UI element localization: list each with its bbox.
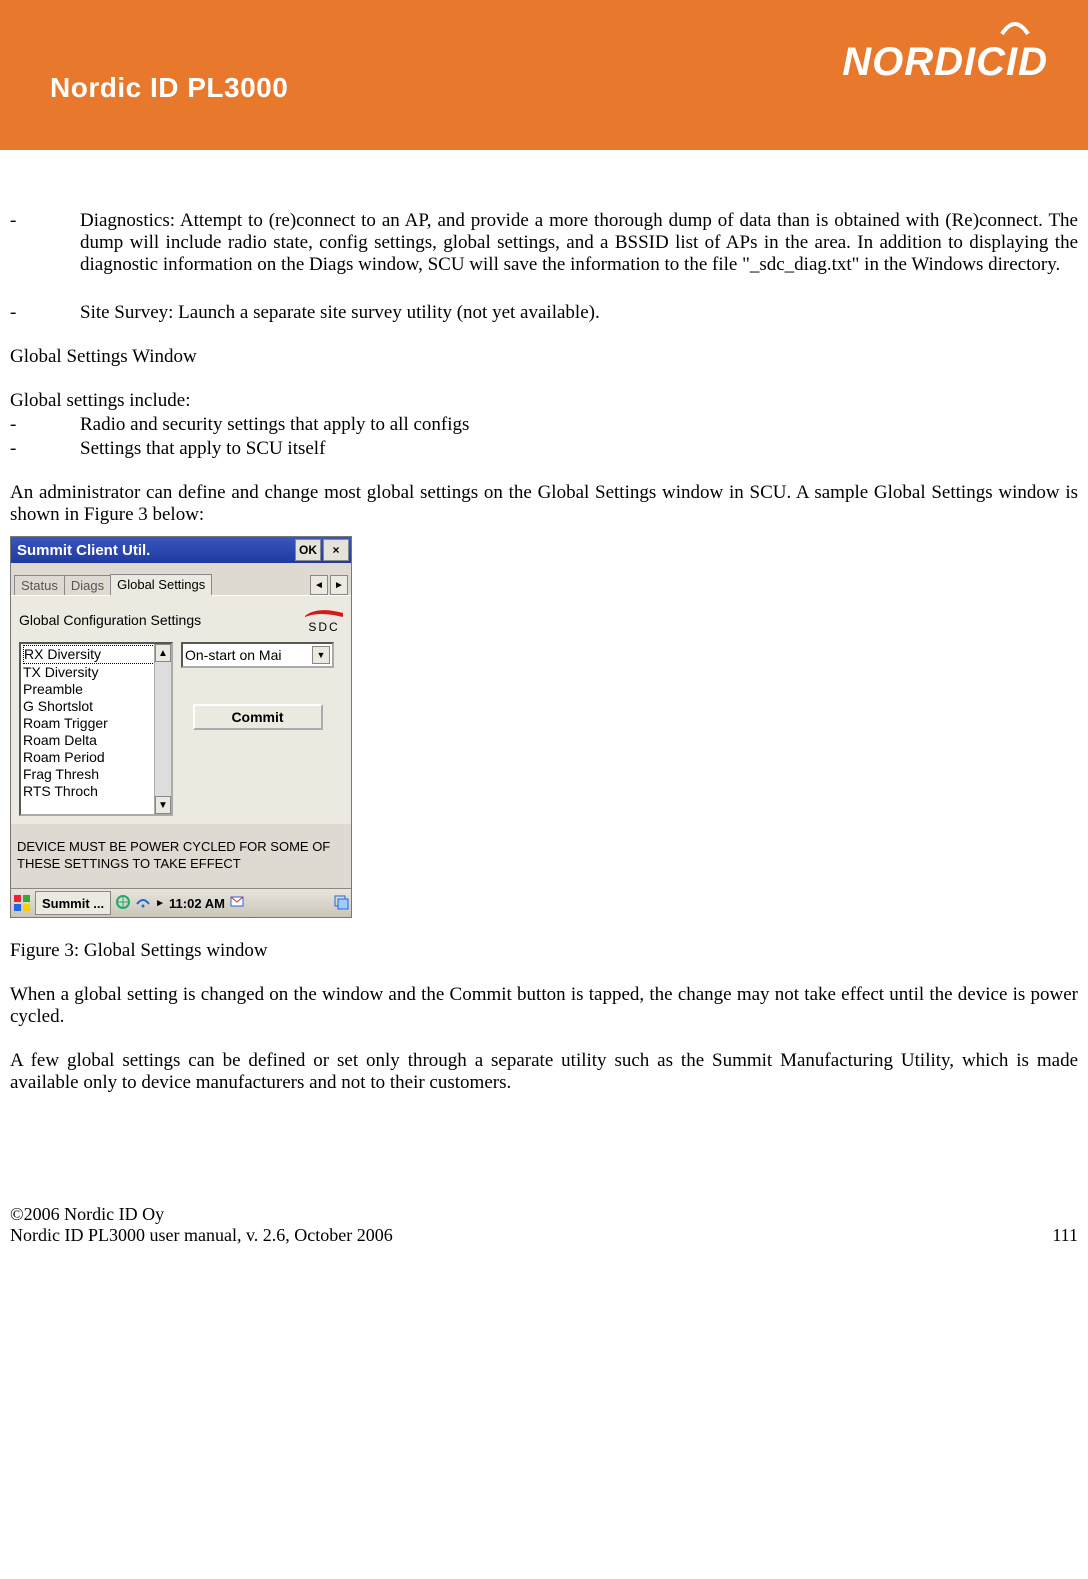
figure-caption: Figure 3: Global Settings window [10,940,1078,962]
list-item[interactable]: RTS Throch [23,783,169,800]
footer-copyright: ©2006 Nordic ID Oy [10,1204,1078,1225]
bullet-dash: - [10,438,80,460]
list-item[interactable]: Preamble [23,681,169,698]
ok-button[interactable]: OK [295,539,321,561]
bullet-text: Site Survey: Launch a separate site surv… [80,302,1078,324]
footer-manual: Nordic ID PL3000 user manual, v. 2.6, Oc… [10,1225,1078,1246]
list-item[interactable]: Roam Delta [23,732,169,749]
chevron-down-icon[interactable]: ▼ [312,646,330,664]
tray-desktop-icon[interactable] [229,894,245,913]
panel: Global Configuration Settings SDC RX Div… [11,596,351,824]
page-footer: ©2006 Nordic ID Oy Nordic ID PL3000 user… [0,1204,1088,1256]
bullet-sitesurvey: - Site Survey: Launch a separate site su… [10,302,1078,324]
windows-start-icon[interactable] [13,894,31,912]
tab-scroll-left-icon[interactable]: ◄ [310,575,328,595]
window-title: Summit Client Util. [17,542,150,559]
window-titlebar: Summit Client Util. OK × [11,537,351,563]
list-item[interactable]: G Shortslot [23,698,169,715]
global-settings-include: Global settings include: [10,390,1078,412]
dropdown-value: On-start on Mai [185,647,281,663]
sdc-logo: SDC [305,606,343,634]
list-item[interactable]: Roam Trigger [23,715,169,732]
tray-window-icon[interactable] [333,894,349,913]
config-title: Global Configuration Settings [19,612,201,628]
bullet-text: Radio and security settings that apply t… [80,414,1078,436]
page-header: Nordic ID PL3000 NORDICID [0,0,1088,150]
bullet-dash: - [10,414,80,436]
tab-scroll-right-icon[interactable]: ► [330,575,348,595]
brand-logo: NORDICID [842,40,1048,85]
taskbar: Summit ... ► 11:02 AM [11,888,351,917]
para-commit: When a global setting is changed on the … [10,984,1078,1028]
value-dropdown[interactable]: On-start on Mai ▼ [181,642,334,668]
commit-button[interactable]: Commit [193,704,323,730]
list-item[interactable]: TX Diversity [23,664,169,681]
bullet-diagnostics: - Diagnostics: Attempt to (re)connect to… [10,210,1078,276]
tray-clock[interactable]: 11:02 AM [169,896,225,911]
tab-global-settings[interactable]: Global Settings [110,574,212,596]
list-item[interactable]: RX Diversity [23,645,169,664]
figure-screenshot: Summit Client Util. OK × Status Diags Gl… [10,536,352,918]
bullet-gs1: - Radio and security settings that apply… [10,414,1078,436]
bullet-dash: - [10,210,80,276]
sdc-text: SDC [305,620,343,634]
tray-expand-icon[interactable]: ► [155,898,165,909]
settings-listbox[interactable]: RX Diversity TX Diversity Preamble G Sho… [19,642,173,816]
bullet-text: Diagnostics: Attempt to (re)connect to a… [80,210,1078,276]
page-content: - Diagnostics: Attempt to (re)connect to… [0,150,1088,1104]
tray-wifi-icon[interactable] [135,894,151,913]
tab-diags[interactable]: Diags [64,575,111,595]
page-number: 111 [1052,1225,1078,1246]
header-title: Nordic ID PL3000 [50,72,288,104]
bullet-dash: - [10,302,80,324]
para-admin: An administrator can define and change m… [10,482,1078,526]
list-item[interactable]: Roam Period [23,749,169,766]
para-few: A few global settings can be defined or … [10,1050,1078,1094]
scroll-down-icon[interactable]: ▼ [155,796,171,814]
warning-text: DEVICE MUST BE POWER CYCLED FOR SOME OF … [11,824,351,888]
tab-row: Status Diags Global Settings ◄ ► [11,563,351,596]
list-item[interactable]: Frag Thresh [23,766,169,783]
heading-global-settings-window: Global Settings Window [10,346,1078,368]
scroll-up-icon[interactable]: ▲ [155,644,171,662]
taskbar-app-button[interactable]: Summit ... [35,891,111,915]
listbox-scrollbar[interactable]: ▲ ▼ [154,644,171,814]
bullet-text: Settings that apply to SCU itself [80,438,1078,460]
bullet-gs2: - Settings that apply to SCU itself [10,438,1078,460]
tab-status[interactable]: Status [14,575,65,595]
close-button[interactable]: × [323,539,349,561]
tray-network-icon[interactable] [115,894,131,913]
